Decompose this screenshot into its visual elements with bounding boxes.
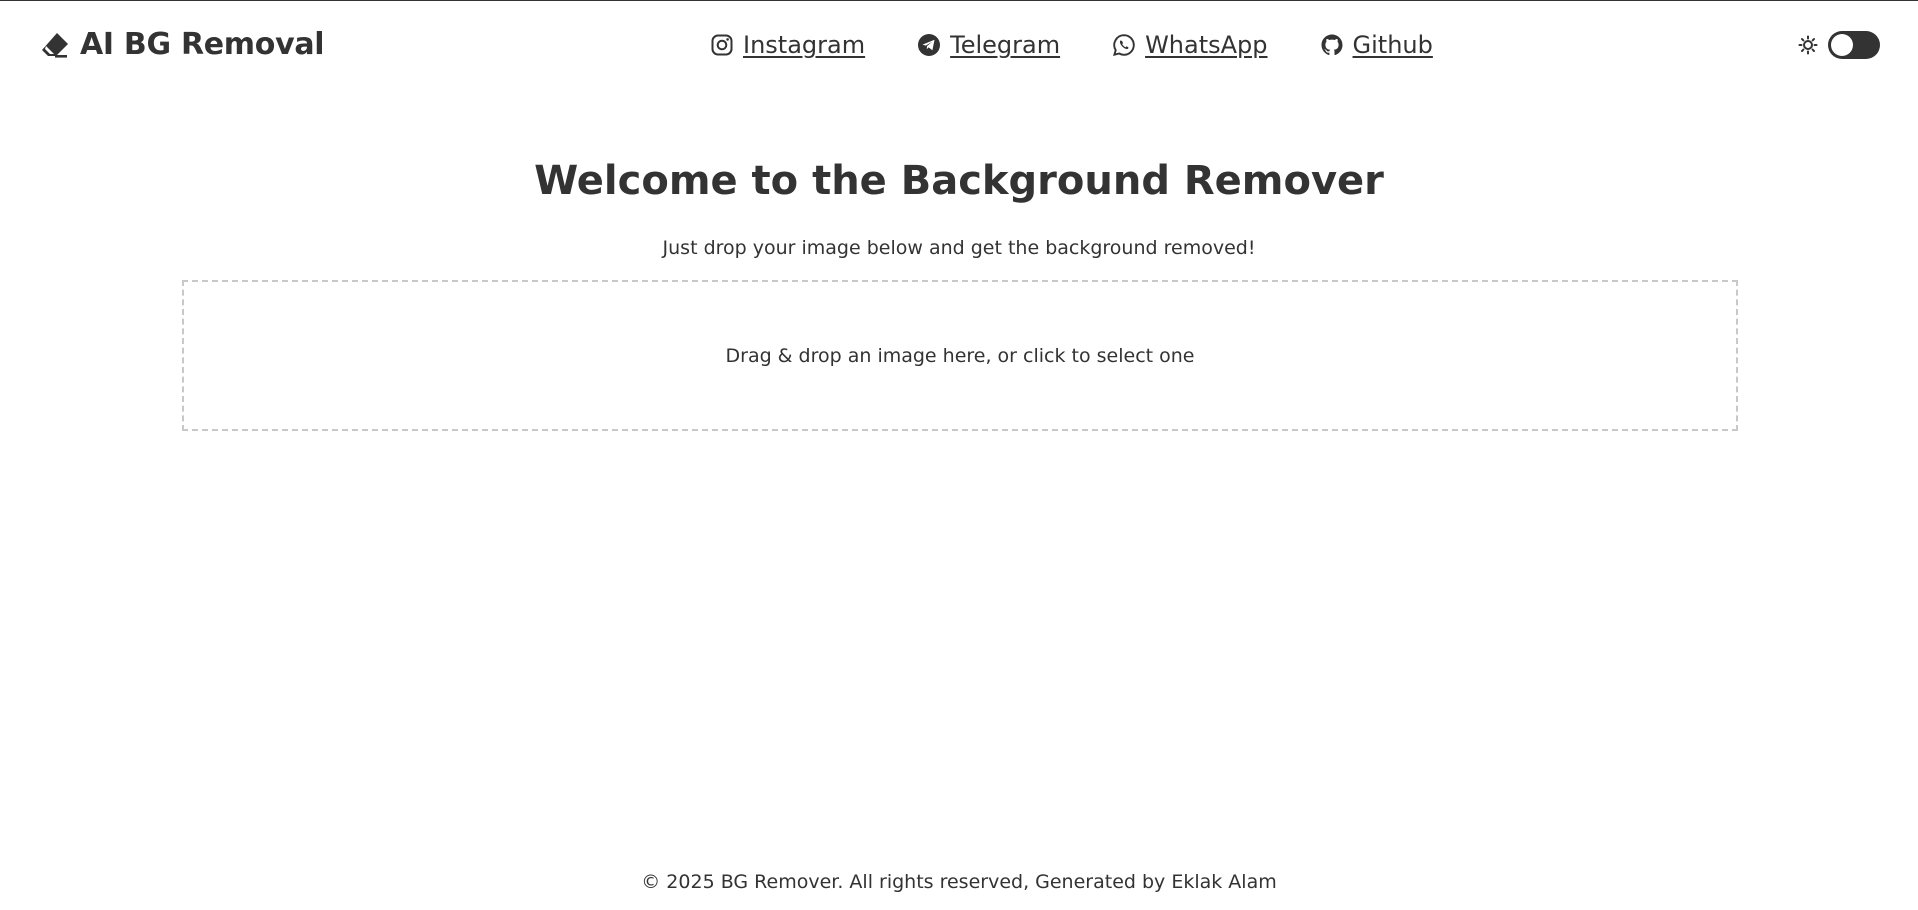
sun-icon [1798, 35, 1818, 55]
nav-label-github: Github [1352, 31, 1433, 59]
page: AI BG Removal Instagram Telegram WhatsAp… [0, 0, 1918, 910]
site-header: AI BG Removal Instagram Telegram WhatsAp… [0, 1, 1918, 89]
instagram-icon [710, 33, 734, 57]
whatsapp-icon [1112, 33, 1136, 57]
nav-label-whatsapp: WhatsApp [1145, 31, 1268, 59]
nav-link-instagram[interactable]: Instagram [710, 29, 865, 61]
image-dropzone[interactable]: Drag & drop an image here, or click to s… [182, 280, 1738, 431]
social-nav: Instagram Telegram WhatsApp Github [710, 29, 1433, 61]
nav-label-telegram: Telegram [950, 31, 1061, 59]
toggle-knob [1831, 34, 1853, 56]
telegram-icon [917, 33, 941, 57]
nav-label-instagram: Instagram [743, 31, 866, 59]
page-subtitle: Just drop your image below and get the b… [662, 237, 1256, 259]
brand-link[interactable]: AI BG Removal [40, 25, 325, 65]
footer-text: © 2025 BG Remover. All rights reserved, … [641, 871, 1277, 893]
nav-link-telegram[interactable]: Telegram [917, 29, 1060, 61]
brand-title: AI BG Removal [80, 27, 325, 62]
page-title: Welcome to the Background Remover [534, 158, 1384, 204]
nav-link-whatsapp[interactable]: WhatsApp [1112, 29, 1268, 61]
theme-toggle[interactable] [1828, 31, 1880, 59]
github-icon [1320, 33, 1344, 57]
dropzone-text: Drag & drop an image here, or click to s… [725, 344, 1195, 367]
eraser-icon [40, 30, 70, 60]
theme-switcher [1798, 31, 1880, 59]
nav-link-github[interactable]: Github [1320, 29, 1433, 61]
